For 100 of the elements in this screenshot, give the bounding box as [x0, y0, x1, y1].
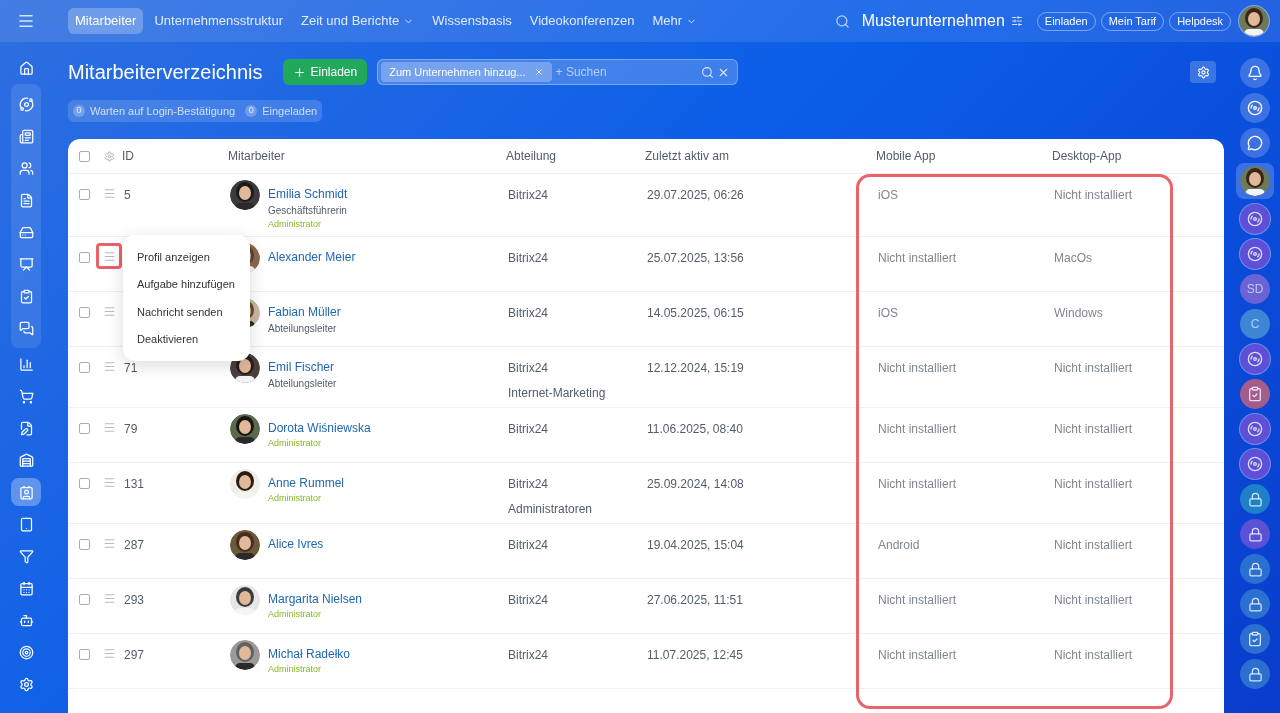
- department-cell-text: Bitrix24: [508, 647, 549, 664]
- column-header[interactable]: Desktop-App: [1052, 149, 1122, 163]
- desktop-app-cell: Nicht installiert: [1054, 422, 1133, 436]
- date-cell: 19.04.2025, 15:04: [647, 538, 744, 552]
- lock-icon: [1247, 526, 1263, 542]
- messenger-button[interactable]: [1240, 128, 1270, 158]
- chat-avatar[interactable]: [1240, 239, 1270, 269]
- checkbox[interactable]: [79, 252, 90, 263]
- count-badge: 0: [245, 105, 258, 117]
- settings-button[interactable]: [1190, 61, 1216, 83]
- locked-chat-avatar[interactable]: [1240, 554, 1270, 584]
- nav-tab[interactable]: Mehr: [645, 8, 704, 34]
- menu-item[interactable]: Nachricht senden: [123, 298, 250, 326]
- id-cell: 293: [124, 593, 145, 607]
- position-label: Abteilungsleiter: [268, 322, 338, 336]
- id-cell: 297: [124, 648, 145, 662]
- chat-avatar[interactable]: [1240, 449, 1270, 479]
- employee-name[interactable]: Anne Rummel: [268, 474, 345, 492]
- bell-icon: [1247, 65, 1263, 81]
- employee-name[interactable]: Emil Fischer: [268, 358, 337, 376]
- department-cell-text: Bitrix24: [508, 537, 549, 554]
- notification-button[interactable]: [1240, 58, 1270, 88]
- nav-tab[interactable]: Zeit und Berichte: [294, 8, 422, 34]
- employee-name[interactable]: Michał Radełko: [268, 645, 351, 663]
- locked-chat-avatar[interactable]: [1240, 589, 1270, 619]
- task-chat-avatar[interactable]: [1240, 379, 1270, 409]
- locked-chat-avatar[interactable]: [1240, 519, 1270, 549]
- department-cell-text: Internet-Marketing: [508, 385, 607, 402]
- rail-button[interactable]: [11, 478, 41, 506]
- position-label: Geschäftsführerin: [268, 204, 348, 218]
- sliders-icon[interactable]: [1010, 15, 1023, 27]
- role-label: Administrator: [268, 608, 322, 621]
- desktop-app-cell: Nicht installiert: [1054, 593, 1133, 607]
- chat-avatar[interactable]: [1240, 204, 1270, 234]
- column-header[interactable]: ID: [122, 149, 134, 163]
- contact-card-icon: [18, 484, 34, 500]
- menu-item[interactable]: Deaktivieren: [123, 325, 250, 353]
- people-icon: [18, 160, 34, 176]
- column-header[interactable]: Abteilung: [506, 149, 557, 163]
- task-chat-avatar[interactable]: [1240, 624, 1270, 654]
- role-label: Administrator: [268, 218, 322, 231]
- employee-name[interactable]: Dorota Wiśniewska: [268, 419, 371, 437]
- close-icon[interactable]: [533, 67, 544, 77]
- gear-icon: [1196, 65, 1210, 79]
- drive-icon: [18, 224, 34, 240]
- nav-tab[interactable]: Wissensbasis: [425, 8, 519, 34]
- filter-icon: [18, 548, 34, 564]
- search-icon[interactable]: [834, 13, 850, 29]
- home-icon: [18, 60, 34, 76]
- mobile-app-cell: Nicht installiert: [878, 361, 957, 375]
- column-header[interactable]: Mobile App: [876, 149, 936, 163]
- employee-name[interactable]: Margarita Nielsen: [268, 590, 363, 608]
- swirl-icon: [1247, 351, 1263, 367]
- lock-icon: [1247, 491, 1263, 507]
- desktop-app-cell: Windows: [1054, 306, 1103, 320]
- document-pen-icon: [18, 420, 34, 436]
- employee-name[interactable]: Alexander Meier: [268, 248, 356, 266]
- checkbox[interactable]: [79, 189, 90, 200]
- checkbox[interactable]: [79, 649, 90, 660]
- warehouse-icon: [18, 452, 34, 468]
- checkbox[interactable]: [79, 594, 90, 605]
- checkbox[interactable]: [79, 423, 90, 434]
- swirl-icon: [1247, 100, 1263, 116]
- id-cell: 287: [124, 538, 145, 552]
- column-header[interactable]: Mitarbeiter: [228, 149, 285, 163]
- cart-icon: [18, 388, 34, 404]
- plus-icon: [292, 65, 306, 79]
- checkbox[interactable]: [79, 539, 90, 550]
- orbit-icon: [18, 96, 34, 112]
- checkbox[interactable]: [79, 307, 90, 318]
- department-cell-text: Bitrix24: [508, 305, 549, 322]
- search-icon[interactable]: [701, 65, 715, 79]
- checkbox[interactable]: [79, 362, 90, 373]
- nav-tab[interactable]: Videokonferenzen: [522, 8, 642, 34]
- newspaper-icon: [18, 128, 34, 144]
- menu-icon: [102, 420, 116, 434]
- date-cell: 14.05.2025, 06:15: [647, 306, 744, 320]
- chat-avatar[interactable]: [1240, 414, 1270, 444]
- avatar-tile[interactable]: [1236, 163, 1274, 199]
- date-cell: 12.12.2024, 15:19: [647, 361, 744, 375]
- bar-chart-icon: [18, 356, 34, 372]
- checkbox[interactable]: [79, 478, 90, 489]
- checkbox[interactable]: [79, 150, 90, 162]
- mobile-app-cell: iOS: [878, 188, 898, 202]
- mobile-app-cell: Nicht installiert: [878, 477, 957, 491]
- mobile-app-cell: Nicht installiert: [878, 251, 957, 265]
- menu-item[interactable]: Profil anzeigen: [123, 243, 250, 271]
- chat-avatar[interactable]: [1240, 344, 1270, 374]
- swirl-icon: [1247, 211, 1263, 227]
- mobile-app-cell: iOS: [878, 306, 898, 320]
- mobile-app-cell: Nicht installiert: [878, 648, 957, 662]
- employee-name[interactable]: Alice Ivres: [268, 535, 324, 553]
- employee-name[interactable]: Fabian Müller: [268, 303, 341, 321]
- column-header[interactable]: Zuletzt aktiv am: [645, 149, 730, 163]
- locked-chat-avatar[interactable]: [1240, 484, 1270, 514]
- date-cell: 25.09.2024, 14:08: [647, 477, 744, 491]
- employee-name[interactable]: Emilia Schmidt: [268, 185, 348, 203]
- locked-chat-avatar[interactable]: [1240, 659, 1270, 689]
- menu-item[interactable]: Aufgabe hinzufügen: [123, 270, 250, 298]
- nav-tab[interactable]: Unternehmensstruktur: [147, 8, 291, 34]
